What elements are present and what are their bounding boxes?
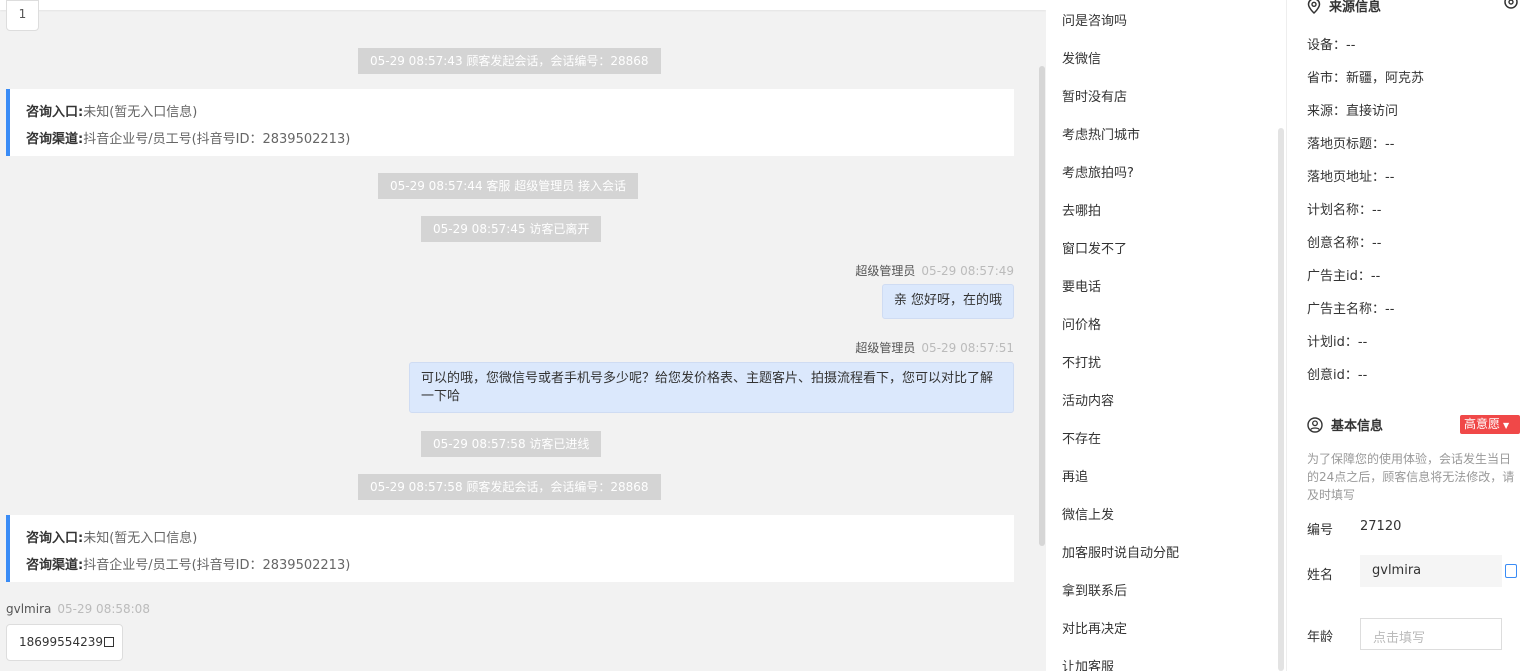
user-circle-icon (1307, 416, 1323, 437)
source-row-source: 来源：直接访问 (1307, 104, 1399, 119)
message-sender: 超级管理员 05-29 08:57:51 (855, 339, 1014, 356)
quick-reply-item[interactable]: 不存在 (1062, 428, 1101, 447)
quick-reply-item[interactable]: 微信上发 (1062, 504, 1114, 523)
message-sender: 超级管理员 05-29 08:57:49 (855, 262, 1014, 279)
entry-label: 咨询入口: (26, 531, 84, 546)
name-label: 姓名 (1307, 568, 1334, 583)
quick-reply-item[interactable]: 要电话 (1062, 276, 1101, 295)
entry-value: 未知(暂无入口信息) (83, 105, 198, 120)
intent-label: 高意愿 (1464, 417, 1501, 431)
source-row-province: 省市：新疆，阿克苏 (1307, 71, 1425, 86)
settings-icon[interactable] (1503, 0, 1519, 14)
entry-label: 咨询入口: (26, 105, 84, 120)
chat-panel: 1 05-29 08:57:43 顾客发起会话，会话编号：28868 咨询入口:… (0, 0, 1046, 671)
quick-reply-item[interactable]: 对比再决定 (1062, 618, 1127, 637)
system-message: 05-29 08:57:58 顾客发起会话，会话编号：28868 (358, 474, 661, 500)
source-row-device: 设备：-- (1307, 38, 1356, 53)
age-field[interactable]: 点击填写 (1360, 618, 1502, 650)
source-row-creative-id: 创意id：-- (1307, 368, 1368, 383)
copy-icon[interactable] (103, 637, 114, 647)
visitor-name: gvlmira (6, 602, 52, 616)
source-row-plan-name: 计划名称：-- (1307, 203, 1382, 218)
name-field[interactable]: gvlmira (1360, 555, 1502, 587)
basic-info-header: 基本信息 (1307, 415, 1383, 437)
basic-info-title: 基本信息 (1331, 419, 1384, 434)
entry-info-card: 咨询入口:未知(暂无入口信息) 咨询渠道:抖音企业号/员工号(抖音号ID：283… (6, 89, 1014, 156)
entry-info-card: 咨询入口:未知(暂无入口信息) 咨询渠道:抖音企业号/员工号(抖音号ID：283… (6, 515, 1014, 582)
quick-reply-item[interactable]: 问是咨询吗 (1062, 10, 1127, 29)
source-row-landing-title: 落地页标题：-- (1307, 137, 1395, 152)
source-row-advertiser-id: 广告主id：-- (1307, 269, 1381, 284)
entry-value: 未知(暂无入口信息) (83, 531, 198, 546)
quick-reply-item[interactable]: 窗口发不了 (1062, 238, 1127, 257)
quick-reply-scrollbar[interactable] (1278, 128, 1284, 671)
chat-scrollbar[interactable] (1039, 66, 1045, 546)
system-message: 05-29 08:57:43 顾客发起会话，会话编号：28868 (358, 48, 661, 74)
channel-label: 咨询渠道: (26, 558, 84, 573)
id-value: 27120 (1360, 519, 1402, 534)
sender-name: 超级管理员 (855, 341, 916, 355)
quick-reply-item[interactable]: 问价格 (1062, 314, 1101, 333)
quick-reply-item[interactable]: 活动内容 (1062, 390, 1114, 409)
system-message: 05-29 08:57:44 客服 超级管理员 接入会话 (378, 173, 639, 199)
page-number[interactable]: 1 (6, 0, 39, 31)
quick-reply-item[interactable]: 加客服时说自动分配 (1062, 542, 1179, 561)
quick-reply-item[interactable]: 让加客服 (1062, 656, 1114, 671)
source-info-header: 来源信息 (1307, 0, 1381, 18)
chat-top-bar (0, 0, 1046, 10)
quick-reply-item[interactable]: 考虑旅拍吗? (1062, 162, 1134, 181)
customer-info-panel: 来源信息 设备：-- 省市：新疆，阿克苏 来源：直接访问 落地页标题：-- 落地… (1286, 0, 1521, 671)
system-message: 05-29 08:57:58 访客已进线 (421, 431, 602, 457)
source-row-landing-url: 落地页地址：-- (1307, 170, 1395, 185)
sender-name: 超级管理员 (855, 264, 916, 278)
id-label: 编号 (1307, 523, 1334, 538)
age-label: 年龄 (1307, 630, 1334, 645)
visitor-phone-message: 18699554239 (6, 624, 123, 661)
quick-reply-item[interactable]: 发微信 (1062, 48, 1101, 67)
source-row-plan-id: 计划id：-- (1307, 335, 1368, 350)
quick-reply-item[interactable]: 再追 (1062, 466, 1088, 485)
edit-notice: 为了保障您的使用体验，会话发生当日的24点之后，顾客信息将无法修改，请及时填写 (1307, 452, 1515, 502)
quick-reply-item[interactable]: 暂时没有店 (1062, 86, 1127, 105)
source-row-advertiser-name: 广告主名称：-- (1307, 302, 1395, 317)
message-time: 05-29 08:57:51 (921, 341, 1014, 355)
source-row-creative-name: 创意名称：-- (1307, 236, 1382, 251)
visitor-sender: gvlmira 05-29 08:58:08 (6, 602, 150, 616)
channel-label: 咨询渠道: (26, 132, 84, 147)
quick-reply-item[interactable]: 去哪拍 (1062, 200, 1101, 219)
message-time: 05-29 08:57:49 (921, 264, 1014, 278)
location-pin-icon (1307, 0, 1321, 18)
quick-reply-item[interactable]: 不打扰 (1062, 352, 1101, 371)
quick-reply-item[interactable]: 拿到联系后 (1062, 580, 1127, 599)
quick-reply-item[interactable]: 考虑热门城市 (1062, 124, 1140, 143)
copy-icon[interactable] (1505, 564, 1517, 578)
source-info-title: 来源信息 (1329, 0, 1382, 15)
quick-reply-list: 问是咨询吗 发微信 暂时没有店 考虑热门城市 考虑旅拍吗? 去哪拍 窗口发不了 … (1046, 0, 1286, 671)
agent-message-bubble: 可以的哦，您微信号或者手机号多少呢？给您发价格表、主题客片、拍摄流程看下，您可以… (409, 362, 1014, 413)
system-message: 05-29 08:57:45 访客已离开 (421, 216, 602, 242)
message-time: 05-29 08:58:08 (57, 602, 150, 616)
channel-value: 抖音企业号/员工号(抖音号ID：2839502213) (83, 558, 351, 573)
caret-down-icon: ▼ (1503, 421, 1510, 430)
channel-value: 抖音企业号/员工号(抖音号ID：2839502213) (83, 132, 351, 147)
intent-badge[interactable]: 高意愿 ▼ (1460, 415, 1520, 434)
phone-number: 18699554239 (19, 635, 103, 649)
agent-message-bubble: 亲 您好呀，在的哦 (881, 284, 1014, 319)
